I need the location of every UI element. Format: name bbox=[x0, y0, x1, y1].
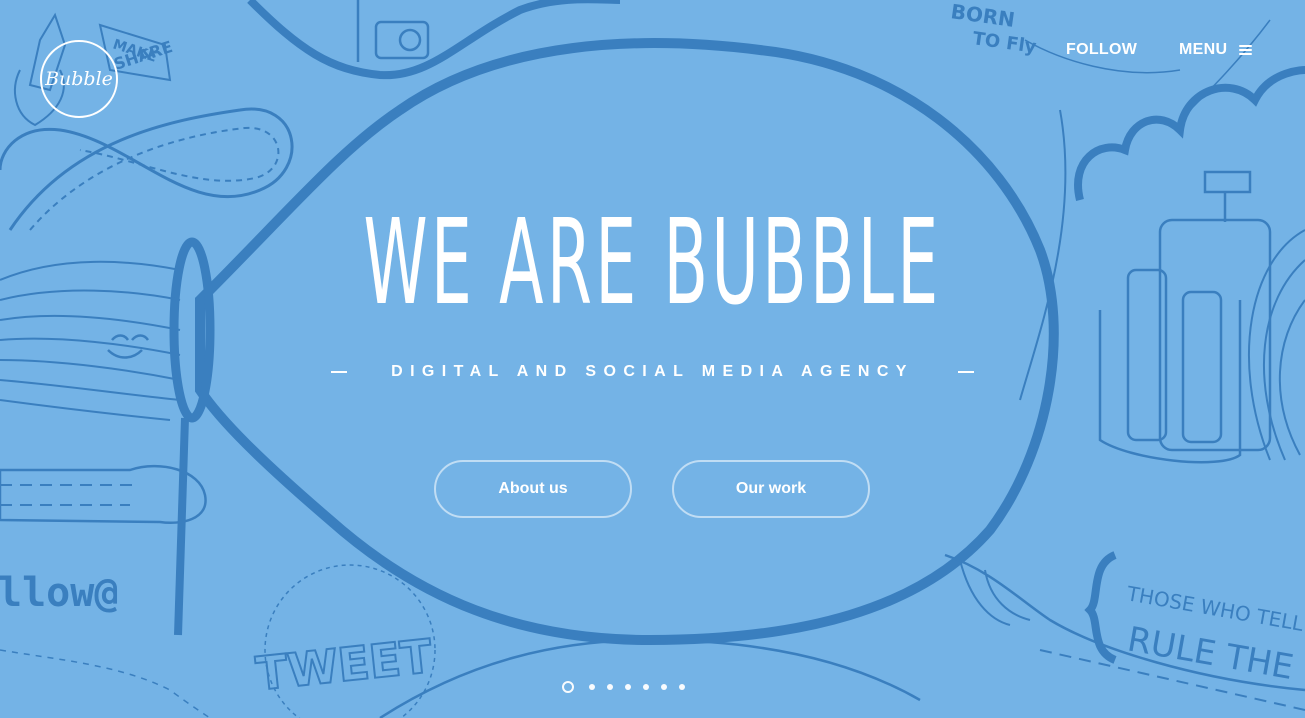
art-to-fly-text: TO Fly bbox=[971, 28, 1038, 58]
about-us-button[interactable]: About us bbox=[434, 460, 632, 518]
tagline-text: DIGITAL AND SOCIAL MEDIA AGENCY bbox=[391, 363, 914, 380]
pager-dot[interactable] bbox=[625, 684, 631, 690]
menu-label: MENU bbox=[1179, 41, 1228, 58]
wand-stick bbox=[174, 417, 189, 636]
slide-pager bbox=[562, 681, 697, 693]
follow-link[interactable]: FOLLOW bbox=[1066, 41, 1137, 59]
curly-brace bbox=[1084, 551, 1117, 664]
art-tweet-text: TWEET bbox=[254, 629, 436, 701]
bubble-outline bbox=[195, 38, 1059, 646]
pager-dot[interactable] bbox=[661, 684, 667, 690]
background-illustration: BORN TO Fly MAKE SHARE llow@ TWEET THOSE… bbox=[0, 0, 1305, 718]
our-work-label: Our work bbox=[735, 480, 807, 497]
pager-dot[interactable] bbox=[589, 684, 595, 690]
pager-dot[interactable] bbox=[607, 684, 613, 690]
pager-dot[interactable] bbox=[643, 684, 649, 690]
pager-dot[interactable] bbox=[562, 681, 574, 693]
art-born-text: BORN bbox=[949, 0, 1016, 32]
pager-dot[interactable] bbox=[679, 684, 685, 690]
bubble-logo[interactable]: Bubble bbox=[40, 40, 118, 118]
city-drawing bbox=[1098, 170, 1272, 464]
our-work-button[interactable]: Our work bbox=[672, 460, 870, 518]
follow-label: FOLLOW bbox=[1066, 41, 1138, 58]
hand-shape bbox=[0, 465, 207, 524]
logo-text: Bubble bbox=[45, 68, 113, 90]
hero-title: WE ARE BUBBLE bbox=[363, 193, 942, 331]
hair-lines bbox=[0, 260, 181, 421]
menu-button[interactable]: MENU bbox=[1179, 41, 1253, 59]
cloud-drawing bbox=[1074, 66, 1305, 201]
hair-right bbox=[1247, 229, 1305, 461]
tagline-dash-right bbox=[957, 370, 974, 373]
about-us-label: About us bbox=[498, 480, 568, 497]
hamburger-icon bbox=[1239, 43, 1253, 57]
tagline: DIGITAL AND SOCIAL MEDIA AGENCY bbox=[0, 363, 1305, 381]
art-follow-text: llow@ bbox=[0, 570, 118, 616]
tagline-dash-left bbox=[331, 370, 348, 373]
top-hill bbox=[247, 0, 620, 80]
bottom-hill bbox=[379, 638, 921, 718]
